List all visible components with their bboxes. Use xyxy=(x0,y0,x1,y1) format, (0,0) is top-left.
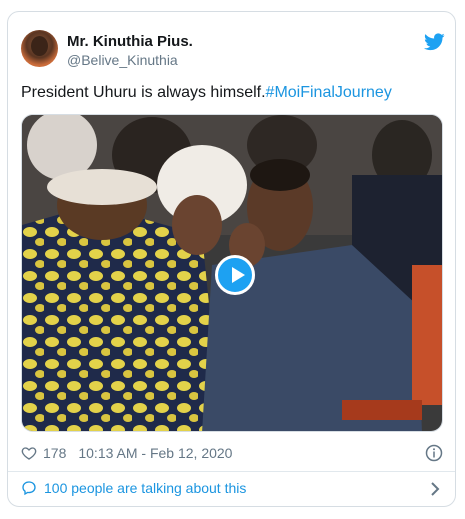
heart-icon[interactable] xyxy=(21,445,37,461)
tweet-text: President Uhuru is always himself.#MoiFi… xyxy=(21,84,392,102)
tweet-meta: 178 10:13 AM - Feb 12, 2020 xyxy=(21,443,232,463)
divider xyxy=(8,471,455,472)
speech-bubble-icon xyxy=(22,481,36,496)
info-icon[interactable] xyxy=(425,444,443,462)
chevron-right-icon[interactable] xyxy=(429,481,441,497)
talking-link[interactable]: 100 people are talking about this xyxy=(21,480,246,496)
like-count[interactable]: 178 xyxy=(43,445,66,461)
avatar[interactable] xyxy=(21,30,58,67)
play-button[interactable] xyxy=(215,255,255,295)
hashtag-link[interactable]: #MoiFinalJourney xyxy=(266,84,392,101)
author-handle[interactable]: @Belive_Kinuthia xyxy=(67,52,178,68)
video-thumbnail[interactable] xyxy=(21,114,443,432)
tweet-card[interactable]: Mr. Kinuthia Pius. @Belive_Kinuthia Pres… xyxy=(7,11,456,507)
talking-label[interactable]: 100 people are talking about this xyxy=(44,480,246,496)
twitter-bird-icon[interactable] xyxy=(424,33,445,51)
tweet-body: President Uhuru is always himself. xyxy=(21,84,266,101)
timestamp[interactable]: 10:13 AM - Feb 12, 2020 xyxy=(78,445,232,461)
author-name[interactable]: Mr. Kinuthia Pius. xyxy=(67,33,193,50)
